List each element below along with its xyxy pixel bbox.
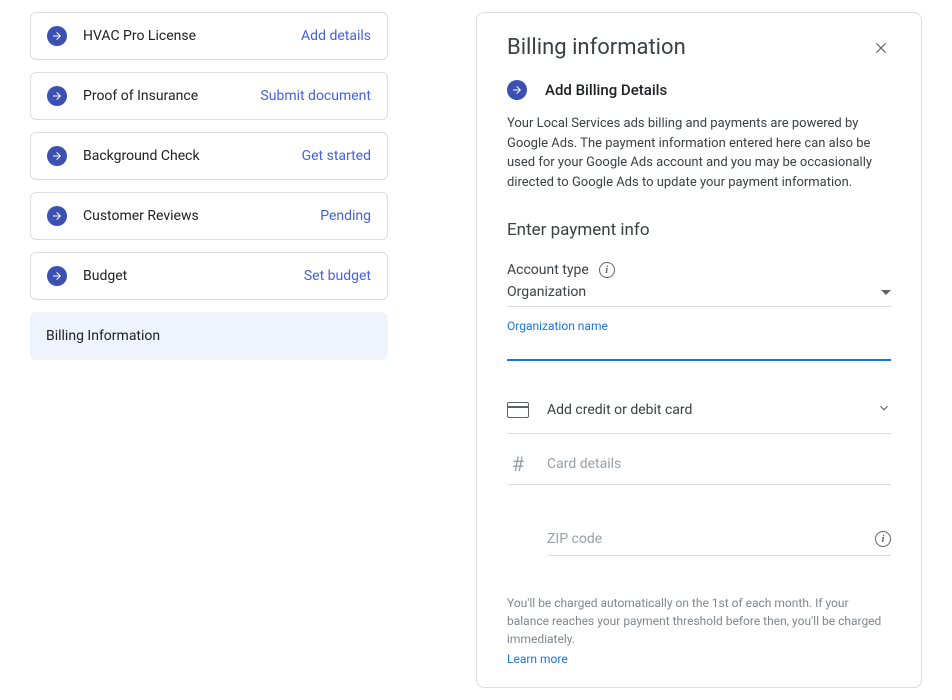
step-proof-insurance[interactable]: Proof of Insurance Submit document [30,72,388,120]
step-action-link[interactable]: Add details [301,28,371,44]
billing-footnote: You'll be charged automatically on the 1… [507,594,891,668]
add-card-label: Add credit or debit card [547,402,859,418]
step-background-check[interactable]: Background Check Get started [30,132,388,180]
zip-code-row[interactable]: ZIP code i [547,513,891,556]
footnote-text: You'll be charged automatically on the 1… [507,596,881,646]
step-label: Budget [83,268,304,284]
arrow-right-icon [47,266,67,286]
account-type-select[interactable]: Organization [507,284,891,307]
dropdown-caret-icon [881,290,891,295]
panel-title: Billing information [507,35,686,60]
steps-sidebar: HVAC Pro License Add details Proof of In… [30,12,388,688]
hash-icon: # [507,452,529,476]
step-label: Background Check [83,148,302,164]
step-label: Billing Information [46,328,372,344]
step-action-link[interactable]: Set budget [304,268,371,284]
learn-more-link[interactable]: Learn more [507,650,891,668]
arrow-right-icon [47,146,67,166]
account-type-value: Organization [507,284,586,300]
credit-card-icon [507,402,529,418]
step-action-link[interactable]: Pending [320,208,371,224]
step-action-link[interactable]: Get started [302,148,371,164]
panel-subheader: Add Billing Details [545,81,667,99]
step-label: HVAC Pro License [83,28,301,44]
card-details-placeholder: Card details [547,456,891,472]
step-label: Proof of Insurance [83,88,260,104]
billing-panel: Billing information Add Billing Details … [476,12,922,688]
info-icon[interactable]: i [599,262,615,278]
step-budget[interactable]: Budget Set budget [30,252,388,300]
section-title: Enter payment info [507,220,891,240]
panel-description: Your Local Services ads billing and paym… [507,114,891,192]
zip-placeholder: ZIP code [547,531,857,547]
step-hvac-license[interactable]: HVAC Pro License Add details [30,12,388,60]
account-type-label-row: Account type i [507,262,891,278]
step-customer-reviews[interactable]: Customer Reviews Pending [30,192,388,240]
info-icon[interactable]: i [875,531,891,547]
arrow-right-icon [47,206,67,226]
account-type-label: Account type [507,262,589,278]
close-button[interactable] [871,38,891,58]
step-action-link[interactable]: Submit document [260,88,371,104]
org-name-label: Organization name [507,319,891,333]
step-label: Customer Reviews [83,208,320,224]
arrow-right-icon [507,80,527,100]
chevron-down-icon [877,401,891,419]
org-name-input[interactable] [507,333,891,361]
arrow-right-icon [47,26,67,46]
arrow-right-icon [47,86,67,106]
add-card-row[interactable]: Add credit or debit card [507,387,891,434]
card-details-row[interactable]: # Card details [507,434,891,485]
step-billing-information: Billing Information [30,312,388,360]
